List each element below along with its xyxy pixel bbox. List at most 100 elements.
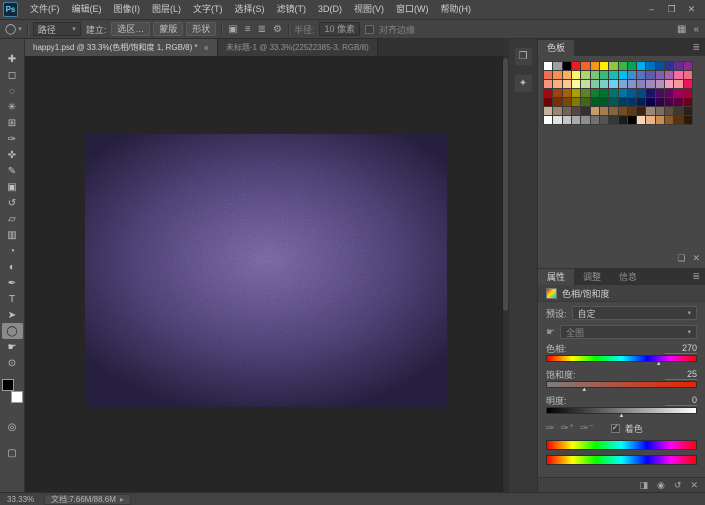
color-swatch[interactable]	[656, 71, 664, 79]
color-swatch[interactable]	[563, 116, 571, 124]
color-swatch[interactable]	[619, 107, 627, 115]
color-swatch[interactable]	[544, 89, 552, 97]
color-swatch[interactable]	[591, 80, 599, 88]
color-swatch[interactable]	[656, 80, 664, 88]
color-swatch[interactable]	[591, 116, 599, 124]
color-swatch[interactable]	[544, 80, 552, 88]
tool-preset-picker[interactable]: ◯ ▾	[5, 24, 22, 35]
slider-track[interactable]: ▲	[546, 381, 697, 388]
menu-item[interactable]: 文件(F)	[24, 0, 66, 20]
slider-value[interactable]: 25	[665, 369, 697, 380]
menu-item[interactable]: 帮助(H)	[435, 0, 478, 20]
collapse-panels-icon[interactable]: «	[692, 24, 700, 35]
color-swatch[interactable]	[553, 107, 561, 115]
color-swatch[interactable]	[637, 89, 645, 97]
color-swatch[interactable]	[563, 62, 571, 70]
color-swatch[interactable]	[591, 62, 599, 70]
color-swatch[interactable]	[572, 89, 580, 97]
rectangular-marquee-tool[interactable]: ◻	[2, 67, 23, 83]
color-swatch[interactable]	[674, 98, 682, 106]
color-swatch[interactable]	[544, 62, 552, 70]
toggle-visibility-icon[interactable]: ◉	[657, 480, 665, 491]
color-swatch[interactable]	[674, 62, 682, 70]
color-swatch[interactable]	[609, 89, 617, 97]
color-swatch[interactable]	[646, 98, 654, 106]
color-swatch[interactable]	[581, 71, 589, 79]
color-swatch[interactable]	[684, 116, 692, 124]
new-swatch-icon[interactable]: ❏	[677, 253, 685, 264]
color-swatch[interactable]	[553, 62, 561, 70]
slider-thumb[interactable]: ▲	[581, 387, 587, 393]
clip-to-layer-icon[interactable]: ◨	[640, 480, 649, 491]
channel-select[interactable]: 全图 ▾	[560, 325, 697, 339]
color-swatch[interactable]	[656, 98, 664, 106]
path-selection-tool[interactable]: ➤	[2, 307, 23, 323]
color-swatch[interactable]	[572, 98, 580, 106]
delete-adjustment-icon[interactable]: ✕	[690, 480, 698, 491]
menu-item[interactable]: 图像(I)	[108, 0, 147, 20]
color-swatch[interactable]	[628, 98, 636, 106]
color-swatch[interactable]	[656, 62, 664, 70]
make-button[interactable]: 形状	[186, 22, 216, 36]
color-swatch[interactable]	[581, 116, 589, 124]
color-swatch[interactable]	[619, 89, 627, 97]
make-button[interactable]: 蒙版	[153, 22, 183, 36]
eyedropper-tool[interactable]: ✑	[2, 131, 23, 147]
vertical-scrollbar[interactable]	[502, 56, 509, 492]
color-swatch[interactable]	[563, 71, 571, 79]
color-swatch[interactable]	[600, 98, 608, 106]
color-swatch[interactable]	[656, 89, 664, 97]
color-swatch[interactable]	[646, 89, 654, 97]
color-swatch[interactable]	[572, 80, 580, 88]
color-swatch[interactable]	[553, 98, 561, 106]
blur-tool[interactable]: ◔	[2, 243, 23, 259]
history-brush-tool[interactable]: ↺	[2, 195, 23, 211]
tab-swatches[interactable]: 色板	[538, 40, 574, 56]
color-swatch[interactable]	[665, 98, 673, 106]
crop-tool[interactable]: ⊞	[2, 115, 23, 131]
menu-item[interactable]: 选择(S)	[229, 0, 271, 20]
color-swatch[interactable]	[609, 62, 617, 70]
hand-tool[interactable]: ☛	[2, 339, 23, 355]
color-swatch[interactable]	[581, 107, 589, 115]
quick-mask-icon[interactable]: ◎	[2, 419, 23, 435]
color-swatch[interactable]	[591, 71, 599, 79]
color-swatch[interactable]	[637, 98, 645, 106]
dodge-tool[interactable]: ◐	[2, 259, 23, 275]
color-swatch[interactable]	[665, 62, 673, 70]
color-swatch[interactable]	[600, 116, 608, 124]
color-swatch[interactable]	[591, 89, 599, 97]
panel-menu-icon[interactable]: ≣	[692, 271, 700, 282]
targeted-adjustment-icon[interactable]: ☛	[546, 327, 555, 338]
panel-menu-icon[interactable]: ≣	[692, 42, 700, 53]
color-swatch[interactable]	[665, 71, 673, 79]
healing-brush-tool[interactable]: ✜	[2, 147, 23, 163]
color-swatch[interactable]	[684, 98, 692, 106]
color-swatch[interactable]	[646, 71, 654, 79]
tab-调整[interactable]: 调整	[574, 269, 610, 285]
eyedropper-plus-icon[interactable]: ✑⁺	[560, 423, 574, 434]
color-swatch[interactable]	[684, 89, 692, 97]
color-swatch[interactable]	[674, 107, 682, 115]
color-swatch[interactable]	[581, 98, 589, 106]
menu-item[interactable]: 文字(T)	[187, 0, 229, 20]
menu-item[interactable]: 窗口(W)	[390, 0, 435, 20]
color-swatch[interactable]	[619, 98, 627, 106]
slider-track[interactable]: ▲	[546, 407, 697, 414]
color-swatch[interactable]	[581, 62, 589, 70]
color-swatch[interactable]	[553, 80, 561, 88]
color-swatch[interactable]	[544, 71, 552, 79]
move-tool[interactable]: ✚	[2, 51, 23, 67]
delete-swatch-icon[interactable]: ✕	[692, 253, 700, 264]
canvas-area[interactable]	[25, 56, 509, 492]
make-button[interactable]: 选区…	[111, 22, 150, 36]
color-swatch[interactable]	[609, 107, 617, 115]
slider-track[interactable]: ▲	[546, 355, 697, 362]
color-swatch[interactable]	[609, 98, 617, 106]
color-swatch[interactable]	[628, 107, 636, 115]
ellipse-tool[interactable]: ◯	[2, 323, 23, 339]
radius-field[interactable]: 10 像素	[319, 22, 360, 36]
color-swatch[interactable]	[665, 80, 673, 88]
tab-close-icon[interactable]: ×	[204, 43, 209, 53]
color-swatch[interactable]	[637, 80, 645, 88]
